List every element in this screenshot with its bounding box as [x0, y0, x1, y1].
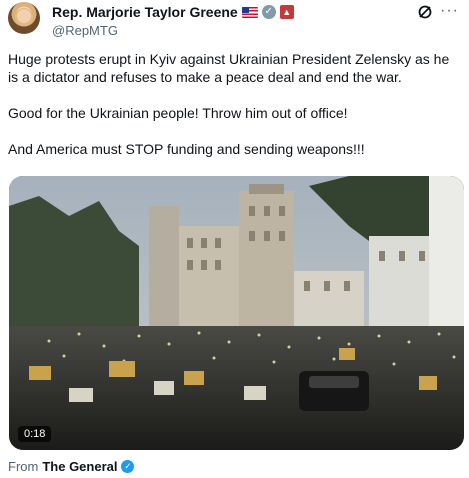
grok-icon[interactable]	[417, 4, 433, 20]
author-handle[interactable]: @RepMTG	[52, 23, 118, 38]
author-name-row: Rep. Marjorie Taylor Greene ✓ ▲	[52, 3, 294, 21]
attribution: From The General ✓	[8, 459, 135, 474]
tweet-paragraph: Good for the Ukrainian people! Throw him…	[8, 105, 348, 121]
author-display-name[interactable]: Rep. Marjorie Taylor Greene	[52, 4, 238, 20]
video-player[interactable]: 0:18	[9, 176, 464, 450]
more-options-icon[interactable]: ···	[440, 3, 459, 19]
tweet-text: Huge protests erupt in Kyiv against Ukra…	[8, 50, 463, 176]
verified-blue-badge-icon: ✓	[121, 460, 135, 473]
us-flag-icon	[241, 6, 258, 18]
tweet-paragraph: Huge protests erupt in Kyiv against Ukra…	[8, 51, 450, 85]
attribution-label: From	[8, 459, 39, 474]
verified-gray-badge-icon[interactable]: ✓	[261, 5, 276, 19]
tweet-header: Rep. Marjorie Taylor Greene ✓ ▲ @RepMTG …	[8, 2, 459, 42]
red-affiliate-badge-icon[interactable]: ▲	[279, 5, 294, 19]
tweet-card: Rep. Marjorie Taylor Greene ✓ ▲ @RepMTG …	[0, 0, 469, 478]
avatar[interactable]	[8, 2, 40, 34]
tweet-paragraph: And America must STOP funding and sendin…	[8, 141, 365, 157]
video-frame	[9, 176, 464, 450]
video-duration: 0:18	[18, 426, 52, 442]
attribution-source[interactable]: The General	[42, 459, 117, 474]
